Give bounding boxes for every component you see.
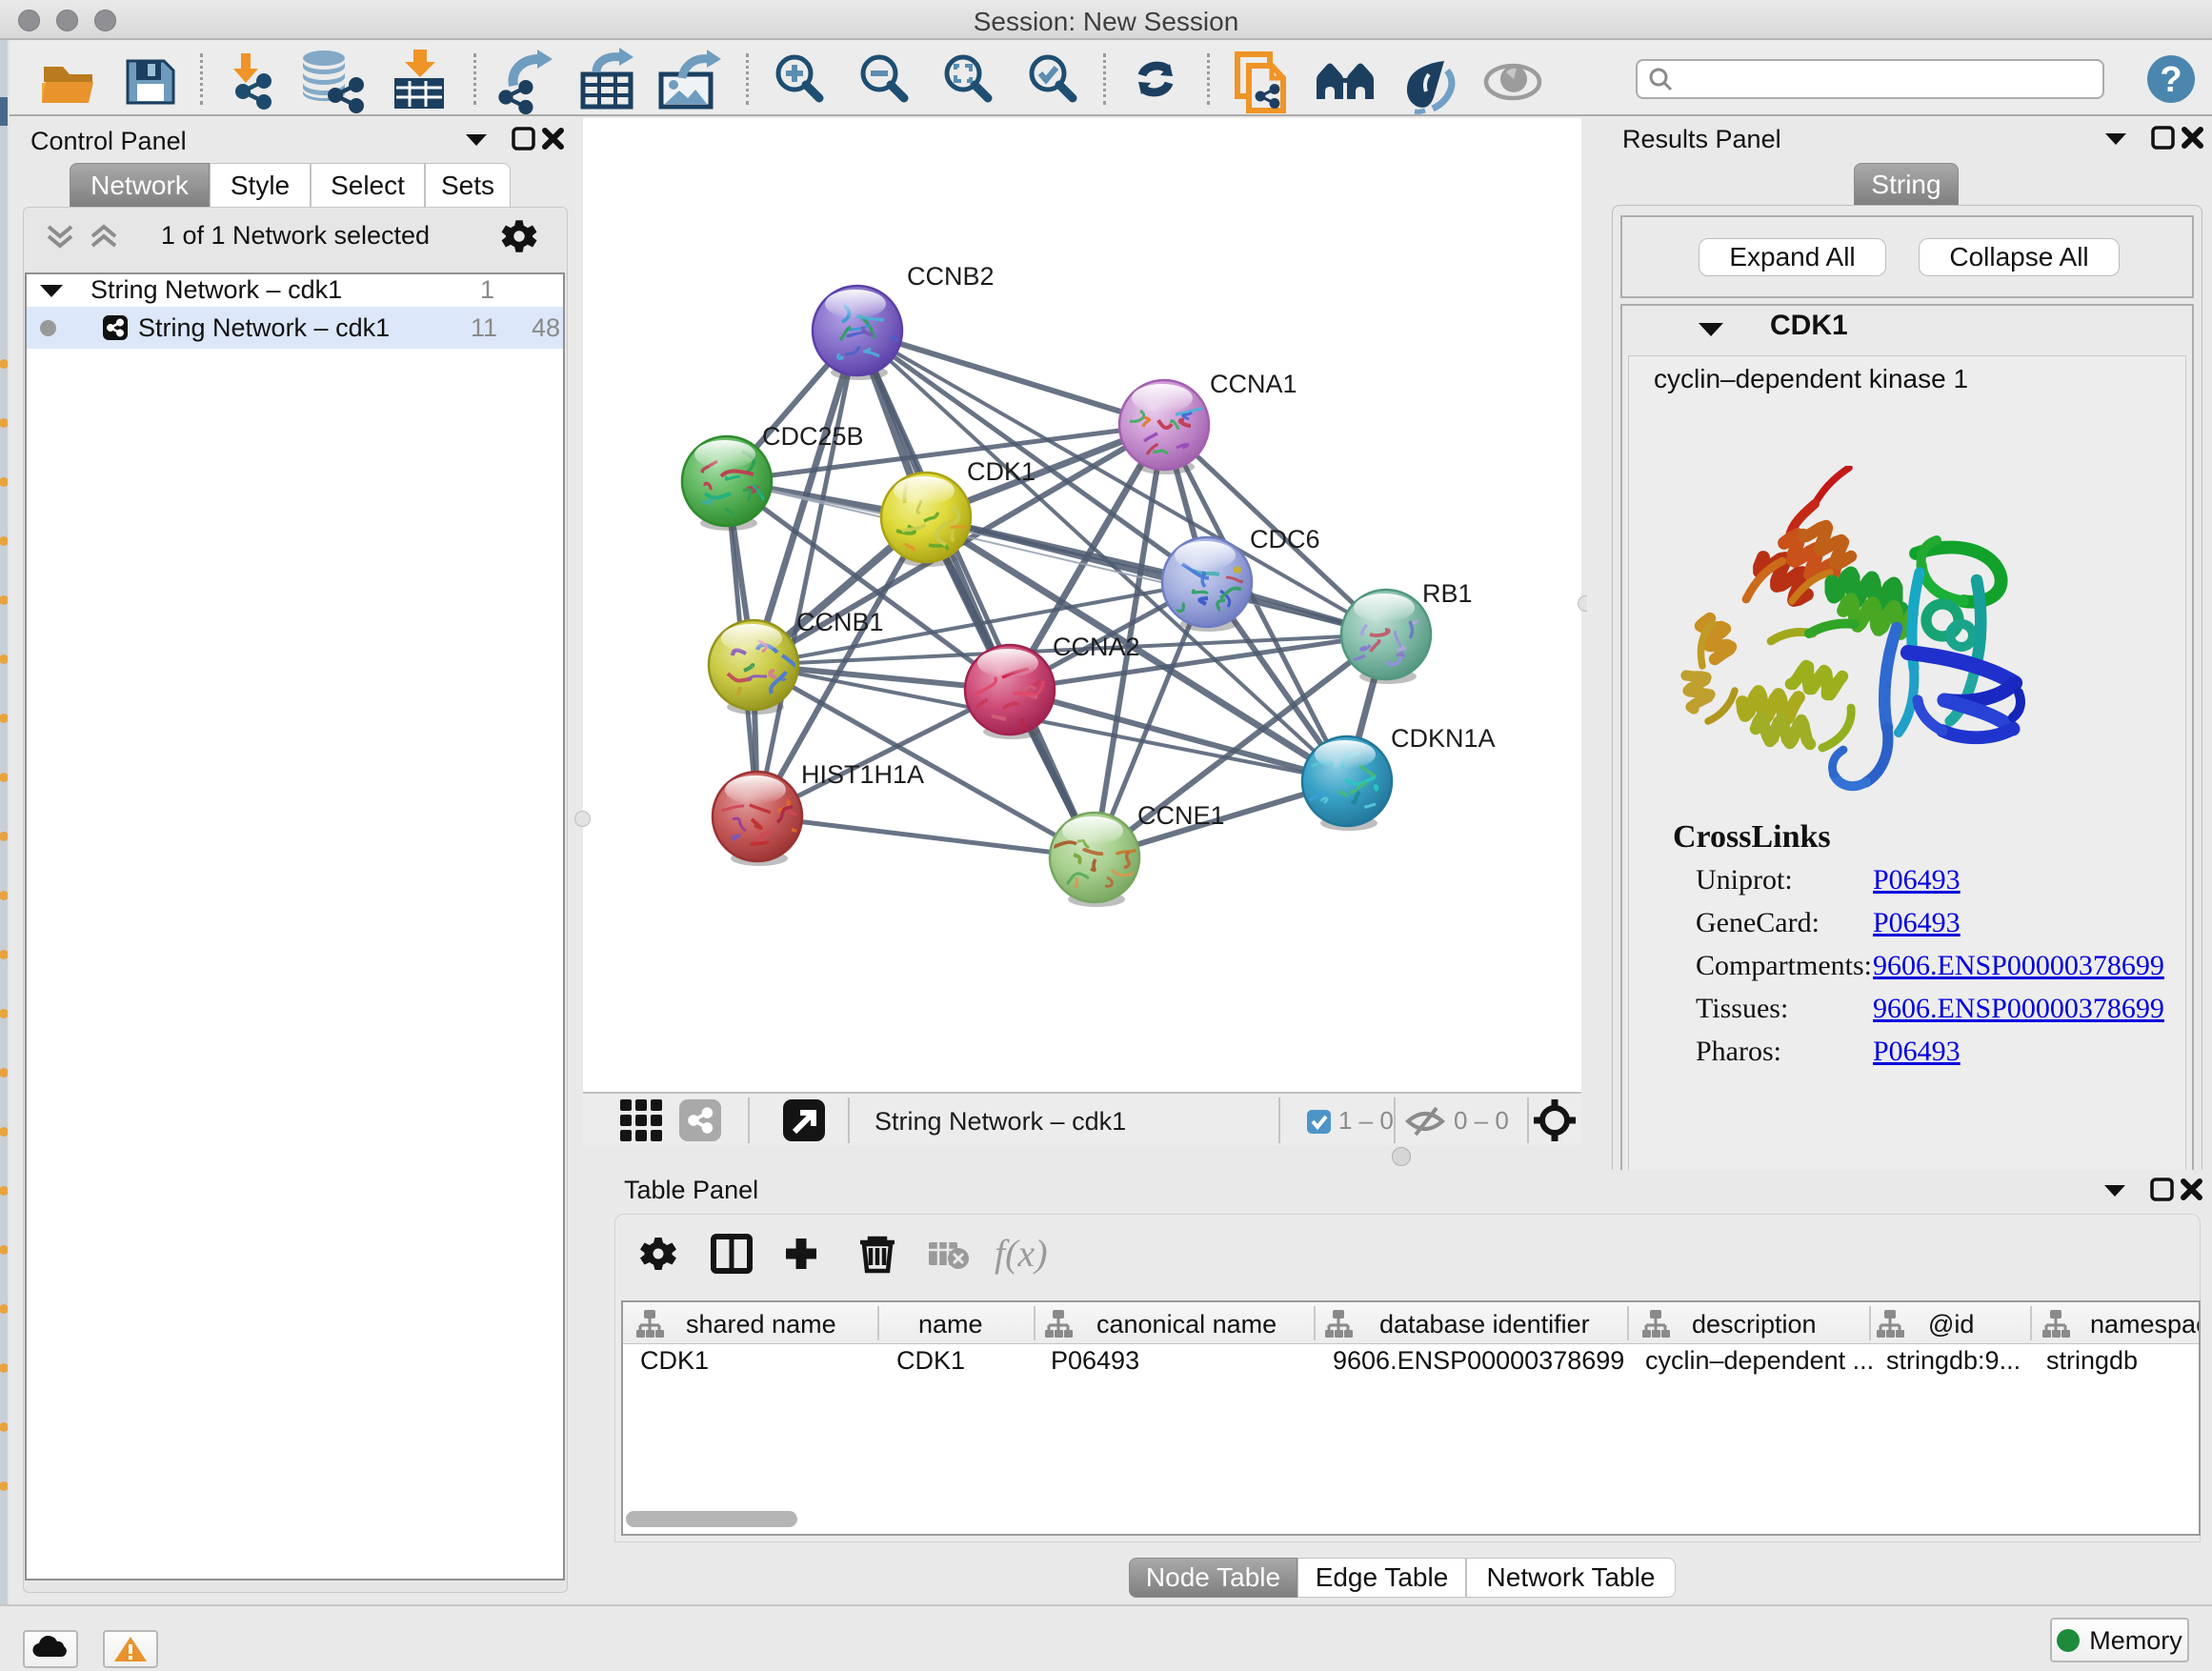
svg-text:CCNE1: CCNE1 <box>1137 801 1225 830</box>
svg-text:f(x): f(x) <box>995 1232 1048 1275</box>
svg-text:CDKN1A: CDKN1A <box>1391 724 1496 753</box>
svg-text:name: name <box>918 1310 983 1339</box>
svg-text:canonical name: canonical name <box>1096 1310 1277 1339</box>
svg-text:CDK1: CDK1 <box>967 457 1036 486</box>
svg-text:RB1: RB1 <box>1422 579 1473 608</box>
svg-text:namespac: namespac <box>2090 1310 2199 1339</box>
svg-text:0 – 0: 0 – 0 <box>1454 1106 1509 1135</box>
svg-text:shared name: shared name <box>686 1310 836 1339</box>
svg-text:database identifier: database identifier <box>1379 1310 1590 1339</box>
svg-text:description: description <box>1692 1310 1817 1339</box>
svg-text:CCNB2: CCNB2 <box>907 262 995 291</box>
svg-text:CCNA2: CCNA2 <box>1053 633 1140 661</box>
svg-text:CDC6: CDC6 <box>1250 525 1320 554</box>
svg-text:CCNA1: CCNA1 <box>1210 370 1297 398</box>
svg-text:?: ? <box>2160 60 2182 100</box>
svg-text:HIST1H1A: HIST1H1A <box>801 760 924 789</box>
svg-text:1 – 0: 1 – 0 <box>1338 1106 1394 1135</box>
svg-text:String Network – cdk1: String Network – cdk1 <box>875 1107 1126 1136</box>
svg-text:@id: @id <box>1928 1310 1974 1339</box>
svg-text:CCNB1: CCNB1 <box>796 608 884 636</box>
svg-text:CDC25B: CDC25B <box>762 422 864 451</box>
